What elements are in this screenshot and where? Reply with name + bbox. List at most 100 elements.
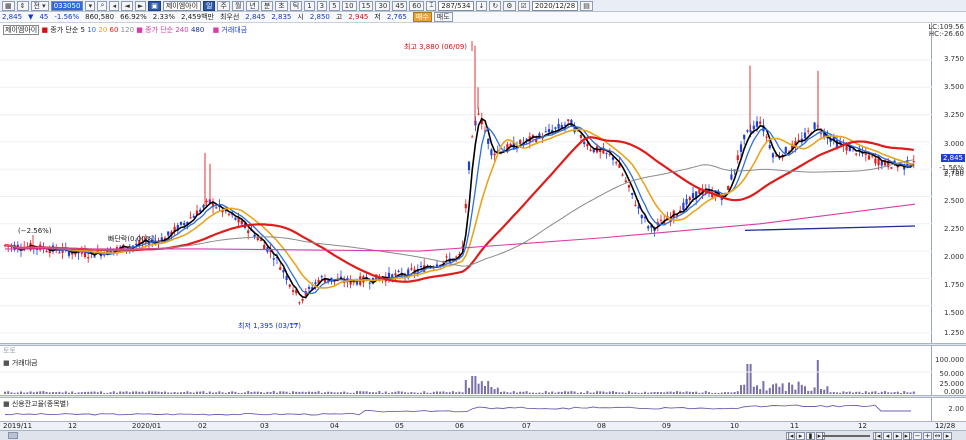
volume-bar	[532, 392, 534, 394]
volume-bar	[423, 391, 426, 394]
zoom-out-icon[interactable]: −	[913, 432, 922, 440]
stock-name-field[interactable]: 제이엠아이	[162, 0, 202, 11]
volume-bar	[45, 391, 48, 394]
credit-y-axis: 2.00	[932, 398, 966, 421]
x-tick-label: 07	[522, 422, 531, 430]
volume-bar	[356, 391, 358, 394]
volume-bar	[100, 391, 102, 394]
interval-group: 1 3 5 10 15 30 45 60	[304, 0, 426, 11]
scroll-end-icon[interactable]: ▸|	[903, 432, 912, 440]
chart-toolbar: ▦ ⇕ 전 ▾ 033050 ▾ ⌕ ◂ ◄ ► ▣ 제이엠아이 일 주월년분초…	[0, 0, 966, 12]
volume-bar	[29, 391, 32, 394]
fit-icon[interactable]: ↔	[933, 432, 942, 440]
volume-bar	[704, 391, 707, 394]
scroll-thumb[interactable]	[8, 432, 18, 439]
credit-chart[interactable]	[0, 398, 932, 421]
volume-bar	[765, 390, 768, 394]
candle-body	[621, 174, 624, 176]
zoom-in-icon[interactable]: +	[923, 432, 932, 440]
interval-button[interactable]: 15	[358, 0, 374, 11]
volume-bar	[378, 391, 381, 394]
grid-icon[interactable]: ▦	[2, 0, 15, 11]
timeframe-button[interactable]: 틱	[289, 0, 303, 11]
ma240-line	[5, 203, 916, 252]
pause-icon[interactable]: ▮	[806, 432, 815, 440]
interval-button[interactable]: 3	[316, 0, 328, 11]
price-pane[interactable]: 제이엠아이 ■ 종가 단순 5 10 20 60 120 ■ 종가 단순 240…	[0, 23, 932, 343]
chart-scrollbar[interactable]: |◂ ▸ ▮ ▸| |◂ ◂ ▸ ▸| − + ↔ ▸	[0, 430, 966, 440]
step-back-icon[interactable]: |◂	[786, 432, 795, 440]
candle-body	[759, 121, 762, 124]
interval-input-icon[interactable]: ⌶	[426, 0, 437, 11]
next-stock-icon[interactable]: ►	[134, 0, 147, 11]
timeframe-button[interactable]: 초	[275, 0, 288, 11]
price-chart[interactable]	[0, 23, 932, 343]
refresh-icon[interactable]: ↻	[489, 0, 502, 11]
prev-stock-icon[interactable]: ◄	[121, 0, 133, 11]
candle-body	[730, 174, 733, 180]
zoom-slider[interactable]	[822, 431, 870, 440]
bar-count-field[interactable]: 287/534	[438, 0, 474, 11]
timeframe-button[interactable]: 월	[231, 0, 245, 11]
scroll-icon[interactable]: ⇕	[16, 0, 29, 11]
calendar-icon[interactable]: ▤	[580, 0, 593, 11]
play-icon[interactable]: ▸	[796, 432, 805, 440]
y-tick-label: 3.000	[943, 140, 964, 148]
sound-icon[interactable]: ◂	[109, 0, 120, 11]
sell-button[interactable]: 매도	[433, 12, 453, 22]
interval-button[interactable]: 30	[375, 0, 391, 11]
stock-name-badge[interactable]: ▣	[148, 0, 161, 11]
ma10-line	[4, 125, 914, 295]
volume-bar	[295, 391, 298, 394]
settings-icon[interactable]: ⚙	[503, 0, 516, 11]
candle-body	[410, 268, 413, 270]
scroll-right-icon[interactable]: ▸	[893, 432, 902, 440]
volume-bar	[173, 391, 176, 394]
down-arrow-icon[interactable]: ↓	[475, 0, 488, 11]
credit-pane[interactable]: ■ 신용잔고율(종목별)	[0, 398, 932, 421]
candle-body	[746, 130, 749, 132]
volume-bar	[52, 392, 54, 394]
volume-bar	[116, 392, 118, 394]
scroll-start-icon[interactable]: |◂	[873, 432, 882, 440]
volume-bar	[631, 392, 634, 394]
volume-bar	[135, 391, 138, 394]
credit-title: ■ 신용잔고율(종목별)	[3, 400, 69, 408]
search-icon[interactable]: ⌕	[97, 0, 108, 11]
interval-button[interactable]: 45	[392, 0, 408, 11]
candle-body	[752, 125, 755, 130]
volume-bar	[471, 376, 474, 394]
timeframe-button[interactable]: 주	[217, 0, 230, 11]
volume-bar	[493, 389, 496, 394]
interval-button[interactable]: 1	[304, 0, 315, 11]
calendar-check-icon[interactable]: ☑	[517, 0, 530, 11]
next-page-icon[interactable]: ▸	[943, 432, 952, 440]
volume-bar	[720, 392, 723, 394]
volume-bar	[714, 392, 717, 394]
scroll-left-icon[interactable]: ◂	[883, 432, 892, 440]
timeframe-button[interactable]: 년	[246, 0, 259, 11]
interval-button[interactable]: 5	[329, 0, 340, 11]
volume-bar	[346, 392, 349, 394]
volume-bar	[461, 392, 464, 394]
chart-area[interactable]: 제이엠아이 ■ 종가 단순 5 10 20 60 120 ■ 종가 단순 240…	[0, 23, 966, 430]
volume-bar	[612, 391, 614, 394]
volume-bar	[528, 392, 531, 394]
volume-chart[interactable]	[0, 346, 932, 395]
interval-button[interactable]: 60	[409, 0, 425, 11]
day-button[interactable]: 일	[203, 0, 216, 11]
volume-pane[interactable]: 토토 ■ 거래대금	[0, 346, 932, 395]
stock-code-input[interactable]: 033050	[50, 0, 84, 11]
timeframe-button[interactable]: 분	[260, 0, 274, 11]
volume-bar	[436, 391, 438, 394]
buy-button[interactable]: 매수	[412, 12, 432, 22]
volume-bar	[608, 391, 611, 394]
volume-bar	[669, 391, 672, 394]
interval-button[interactable]: 10	[341, 0, 357, 11]
volume-bar	[458, 391, 461, 394]
dropdown-icon[interactable]: ▾	[85, 0, 96, 11]
volume-bar	[439, 391, 442, 394]
date-field[interactable]: 2020/12/28	[531, 0, 579, 11]
market-select[interactable]: 전 ▾	[30, 0, 49, 11]
volume-bar	[810, 390, 813, 394]
